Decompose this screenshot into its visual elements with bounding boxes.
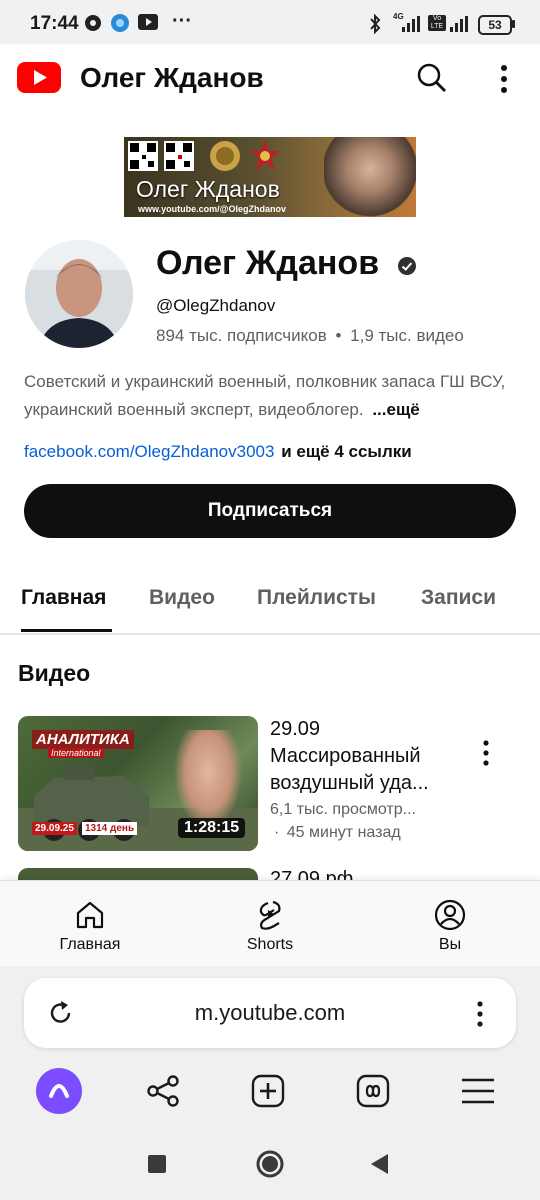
address-bar[interactable]: m.youtube.com xyxy=(24,978,516,1048)
battery-tip xyxy=(512,20,515,28)
home-icon xyxy=(76,901,104,929)
channel-name: Олег Жданов xyxy=(156,244,380,282)
nav-home[interactable]: Главная xyxy=(30,899,150,954)
nav-shorts-label: Shorts xyxy=(246,936,294,953)
volte-badge: Vo LTE xyxy=(428,15,446,31)
status-bar: 17:44 ··· 4G Vo LTE 53 xyxy=(0,0,540,44)
section-title: Видео xyxy=(18,660,91,686)
channel-handle: @OlegZhdanov xyxy=(156,296,276,315)
video-title-line3: воздушный уда... xyxy=(270,772,429,794)
more-link[interactable]: ...ещё xyxy=(372,400,419,419)
video-more-icon[interactable] xyxy=(480,740,492,766)
signal-icon-2 xyxy=(450,16,468,32)
url-text[interactable]: m.youtube.com xyxy=(24,1000,516,1026)
shorts-icon xyxy=(259,900,281,930)
video-age: · 45 минут назад xyxy=(274,824,401,842)
video-title-line1: 29.09 xyxy=(270,718,321,740)
qr-code-1 xyxy=(128,141,158,171)
system-navigation xyxy=(0,1128,540,1200)
channel-banner: Олег Жданов www.youtube.com/@OlegZhdanov xyxy=(124,137,416,217)
verified-check-icon xyxy=(398,257,416,275)
nav-you[interactable]: Вы xyxy=(390,899,510,954)
banner-name: Олег Жданов xyxy=(136,176,280,202)
battery-indicator: 53 xyxy=(478,15,512,35)
thumb-date: 29.09.25 xyxy=(32,822,77,835)
video-duration: 1:28:15 xyxy=(178,818,246,838)
facebook-link[interactable]: facebook.com/OlegZhdanov3003 xyxy=(24,442,274,461)
emblem-icon xyxy=(210,141,240,171)
age-separator: · xyxy=(274,824,280,841)
tab-home[interactable]: Главная xyxy=(21,586,106,610)
chat-notification-icon xyxy=(85,15,101,31)
search-icon[interactable] xyxy=(416,62,448,94)
more-vert-icon[interactable] xyxy=(498,64,510,94)
video-title-line2: Массированный xyxy=(270,745,421,767)
banner-url: www.youtube.com/@OlegZhdanov xyxy=(138,204,286,214)
tab-posts[interactable]: Записи xyxy=(421,586,496,610)
video-age-text: 45 минут назад xyxy=(286,824,401,841)
avatar[interactable] xyxy=(25,240,133,348)
subscriber-count: 894 тыс. подписчиков xyxy=(156,326,327,345)
more-links[interactable]: и ещё 4 ссылки xyxy=(281,442,412,461)
more-notifications-icon: ··· xyxy=(172,10,192,32)
description-text: Советский и украинский военный, полковни… xyxy=(24,372,506,419)
browser-more-icon[interactable] xyxy=(474,1000,486,1028)
youtube-notification-icon xyxy=(138,14,158,30)
stats-separator: • xyxy=(335,326,342,345)
page-title: Олег Жданов xyxy=(80,62,264,93)
alice-icon[interactable] xyxy=(36,1068,82,1114)
tabs-icon[interactable] xyxy=(356,1074,390,1108)
signal-icon xyxy=(402,16,420,32)
youtube-logo-icon[interactable] xyxy=(17,62,61,93)
new-tab-icon[interactable] xyxy=(251,1074,285,1108)
video-count: 1,9 тыс. видео xyxy=(350,326,464,345)
account-icon xyxy=(434,899,466,931)
channel-links: facebook.com/OlegZhdanov3003 и ещё 4 ссы… xyxy=(24,442,412,462)
banner-portrait xyxy=(324,137,416,217)
channel-stats: 894 тыс. подписчиков • 1,9 тыс. видео xyxy=(156,326,464,346)
status-time: 17:44 xyxy=(30,13,79,34)
browser-notification-icon xyxy=(111,14,129,32)
back-icon[interactable] xyxy=(370,1154,390,1174)
nav-home-label: Главная xyxy=(59,936,121,953)
tab-videos[interactable]: Видео xyxy=(149,586,215,610)
thumb-label: АНАЛИТИКА xyxy=(32,730,134,749)
bottom-navigation: Главная Shorts Вы xyxy=(0,880,540,967)
app-header: Олег Жданов xyxy=(0,44,540,114)
share-icon[interactable] xyxy=(146,1074,180,1108)
tabs-divider xyxy=(0,633,540,635)
qr-code-2 xyxy=(164,141,194,171)
menu-icon[interactable] xyxy=(460,1076,496,1106)
active-tab-indicator xyxy=(21,629,112,632)
channel-description[interactable]: Советский и украинский военный, полковни… xyxy=(24,368,524,424)
nav-you-label: Вы xyxy=(438,936,462,953)
thumb-sublabel: International xyxy=(48,748,104,758)
recents-icon[interactable] xyxy=(148,1155,166,1173)
nav-shorts[interactable]: Shorts xyxy=(210,899,330,954)
video-views: 6,1 тыс. просмотр... xyxy=(270,801,416,818)
thumb-day: 1314 день xyxy=(82,822,138,835)
video-title[interactable]: 29.09 Массированный воздушный уда... xyxy=(270,716,460,797)
home-button-icon[interactable] xyxy=(256,1150,284,1178)
tab-playlists[interactable]: Плейлисты xyxy=(257,586,376,610)
subscribe-button[interactable]: Подписаться xyxy=(24,484,516,538)
star-emblem-icon xyxy=(249,140,281,170)
bluetooth-icon xyxy=(370,14,381,34)
